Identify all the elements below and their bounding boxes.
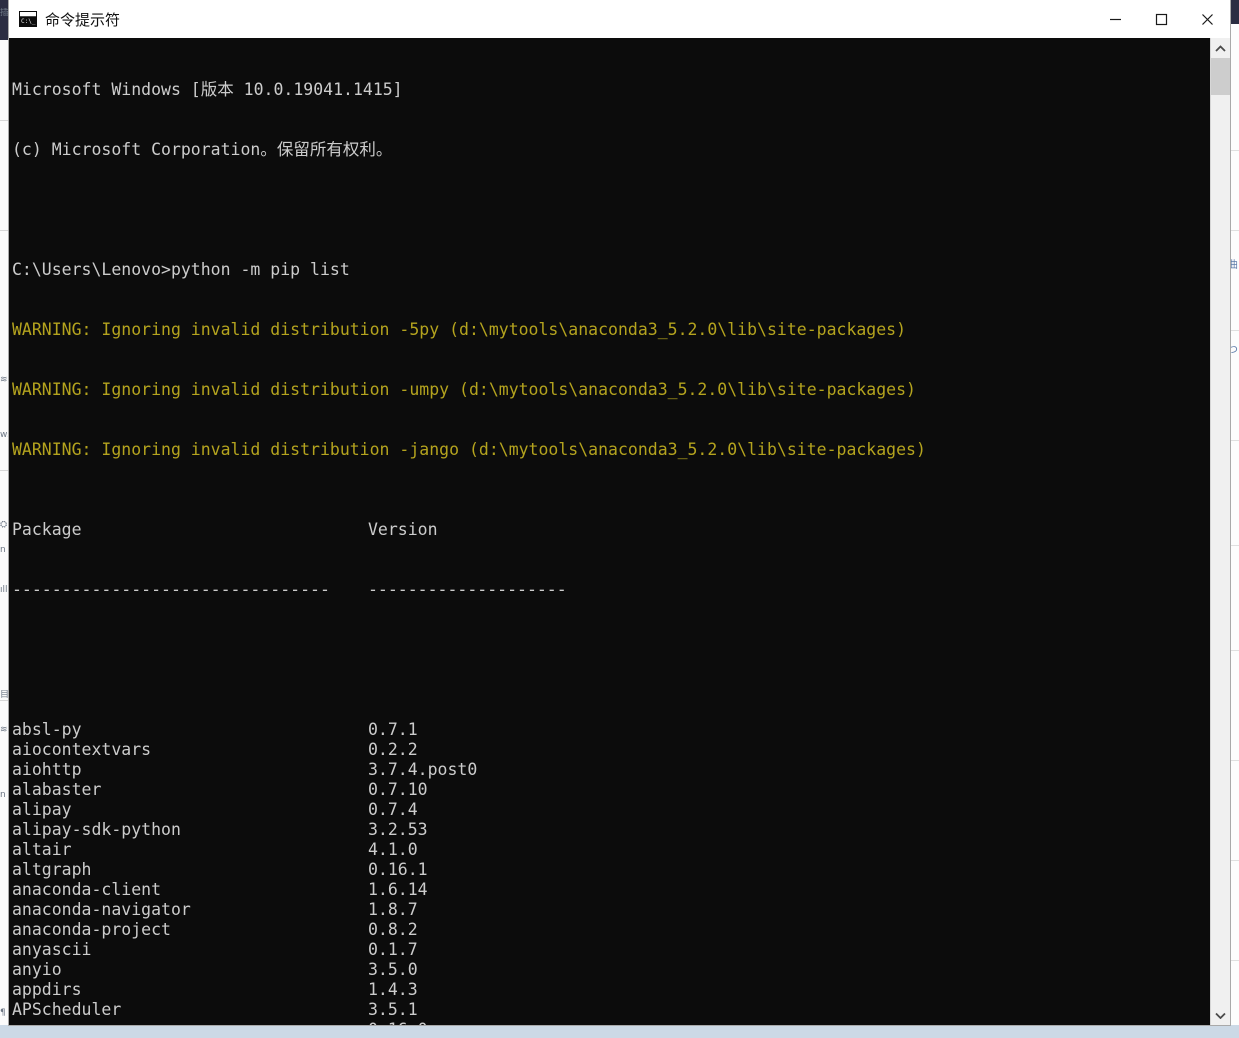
table-row: alipay-sdk-python 3.2.53 xyxy=(12,820,1210,840)
table-row: anyascii 0.1.7 xyxy=(12,940,1210,960)
package-version: 0.8.2 xyxy=(368,920,418,939)
package-name: alipay xyxy=(12,800,72,819)
package-name: aiohttp xyxy=(12,760,82,779)
title-bar-left: C:\_ 命令提示符 xyxy=(9,9,1092,30)
package-version: 3.5.1 xyxy=(368,1000,418,1019)
package-version: 3.2.53 xyxy=(368,820,428,839)
package-name: appdirs xyxy=(12,980,82,999)
console-body[interactable]: Microsoft Windows [版本 10.0.19041.1415] (… xyxy=(9,38,1230,1025)
package-name: alabaster xyxy=(12,780,102,799)
package-version: 0.7.10 xyxy=(368,780,428,799)
background-left-divider xyxy=(0,120,9,121)
package-version: 4.1.0 xyxy=(368,840,418,859)
table-row: aiocontextvars 0.2.2 xyxy=(12,740,1210,760)
warning-line: WARNING: Ignoring invalid distribution -… xyxy=(12,380,916,399)
banner-line: Microsoft Windows [版本 10.0.19041.1415] xyxy=(12,80,403,99)
table-header-row: Package Version xyxy=(12,520,1210,540)
rule-version: -------------------- xyxy=(368,580,567,599)
table-row: anyio 3.5.0 xyxy=(12,960,1210,980)
package-name: APScheduler xyxy=(12,1000,122,1019)
window-title: 命令提示符 xyxy=(45,10,121,29)
package-name: altgraph xyxy=(12,860,92,879)
package-name: anyio xyxy=(12,960,62,979)
table-row: anaconda-project 0.8.2 xyxy=(12,920,1210,940)
cmd-icon-prompt: C:\_ xyxy=(20,17,36,26)
scroll-thumb[interactable] xyxy=(1211,58,1230,95)
maximize-button[interactable] xyxy=(1138,0,1184,38)
console-output[interactable]: Microsoft Windows [版本 10.0.19041.1415] (… xyxy=(9,38,1210,1025)
command-prompt-window[interactable]: C:\_ 命令提示符 Microsoft Windows [版本 10.0.19… xyxy=(9,0,1230,1025)
table-rule-row: -------------------------------- --------… xyxy=(12,580,1210,600)
table-row: arrow0.16.0 xyxy=(12,1020,1210,1025)
package-version: 1.6.14 xyxy=(368,880,428,899)
package-version: 3.7.4.post0 xyxy=(368,760,478,779)
package-name: anaconda-client xyxy=(12,880,162,899)
package-name: aiocontextvars xyxy=(12,740,152,759)
banner-line: (c) Microsoft Corporation。保留所有权利。 xyxy=(12,140,393,159)
package-name: anaconda-navigator xyxy=(12,900,191,919)
background-left-divider xyxy=(0,470,9,471)
table-row: alabaster 0.7.10 xyxy=(12,780,1210,800)
package-name: anyascii xyxy=(12,940,92,959)
cmd-icon[interactable]: C:\_ xyxy=(19,11,37,27)
table-row: anaconda-client 1.6.14 xyxy=(12,880,1210,900)
package-version: 0.7.1 xyxy=(368,720,418,739)
package-version: 1.8.7 xyxy=(368,900,418,919)
package-name: anaconda-project xyxy=(12,920,171,939)
background-left-divider xyxy=(0,230,9,231)
warning-line: WARNING: Ignoring invalid distribution -… xyxy=(12,320,907,339)
package-version: 0.7.4 xyxy=(368,800,418,819)
package-name: arrow xyxy=(12,1020,368,1025)
background-left-titlebar xyxy=(0,0,9,40)
desktop-bottom-band xyxy=(0,1025,1239,1038)
minimize-button[interactable] xyxy=(1092,0,1138,38)
table-row: altair 4.1.0 xyxy=(12,840,1210,860)
package-name: alipay-sdk-python xyxy=(12,820,181,839)
column-header-package: Package xyxy=(12,520,82,539)
table-row: alipay 0.7.4 xyxy=(12,800,1210,820)
package-name: absl-py xyxy=(12,720,82,739)
table-row: absl-py 0.7.1 xyxy=(12,720,1210,740)
scroll-up-arrow-icon[interactable] xyxy=(1211,38,1230,58)
close-button[interactable] xyxy=(1184,0,1230,38)
package-version: 0.16.0 xyxy=(368,1020,428,1025)
package-version: 0.16.1 xyxy=(368,860,428,879)
package-name: altair xyxy=(12,840,72,859)
package-version: 0.2.2 xyxy=(368,740,418,759)
console-scrollbar[interactable] xyxy=(1210,38,1230,1025)
table-row: altgraph 0.16.1 xyxy=(12,860,1210,880)
package-version: 0.1.7 xyxy=(368,940,418,959)
background-left-divider xyxy=(0,700,9,701)
background-left-ribbon xyxy=(0,40,9,1025)
prompt-line: C:\Users\Lenovo>python -m pip list xyxy=(12,260,350,279)
package-version: 3.5.0 xyxy=(368,960,418,979)
table-row: aiohttp 3.7.4.post0 xyxy=(12,760,1210,780)
warning-line: WARNING: Ignoring invalid distribution -… xyxy=(12,440,926,459)
window-controls xyxy=(1092,0,1230,38)
title-bar[interactable]: C:\_ 命令提示符 xyxy=(9,0,1230,39)
table-row: APScheduler 3.5.1 xyxy=(12,1000,1210,1020)
table-row: anaconda-navigator 1.8.7 xyxy=(12,900,1210,920)
rule-package: -------------------------------- xyxy=(12,580,330,599)
scroll-track[interactable] xyxy=(1211,95,1230,1005)
table-row: appdirs 1.4.3 xyxy=(12,980,1210,1000)
package-version: 1.4.3 xyxy=(368,980,418,999)
column-header-version: Version xyxy=(368,520,438,539)
package-table: absl-py 0.7.1 aiocontextvars 0.2.2 aiohttp 3.… xyxy=(12,720,1210,1025)
scroll-down-arrow-icon[interactable] xyxy=(1211,1005,1230,1025)
